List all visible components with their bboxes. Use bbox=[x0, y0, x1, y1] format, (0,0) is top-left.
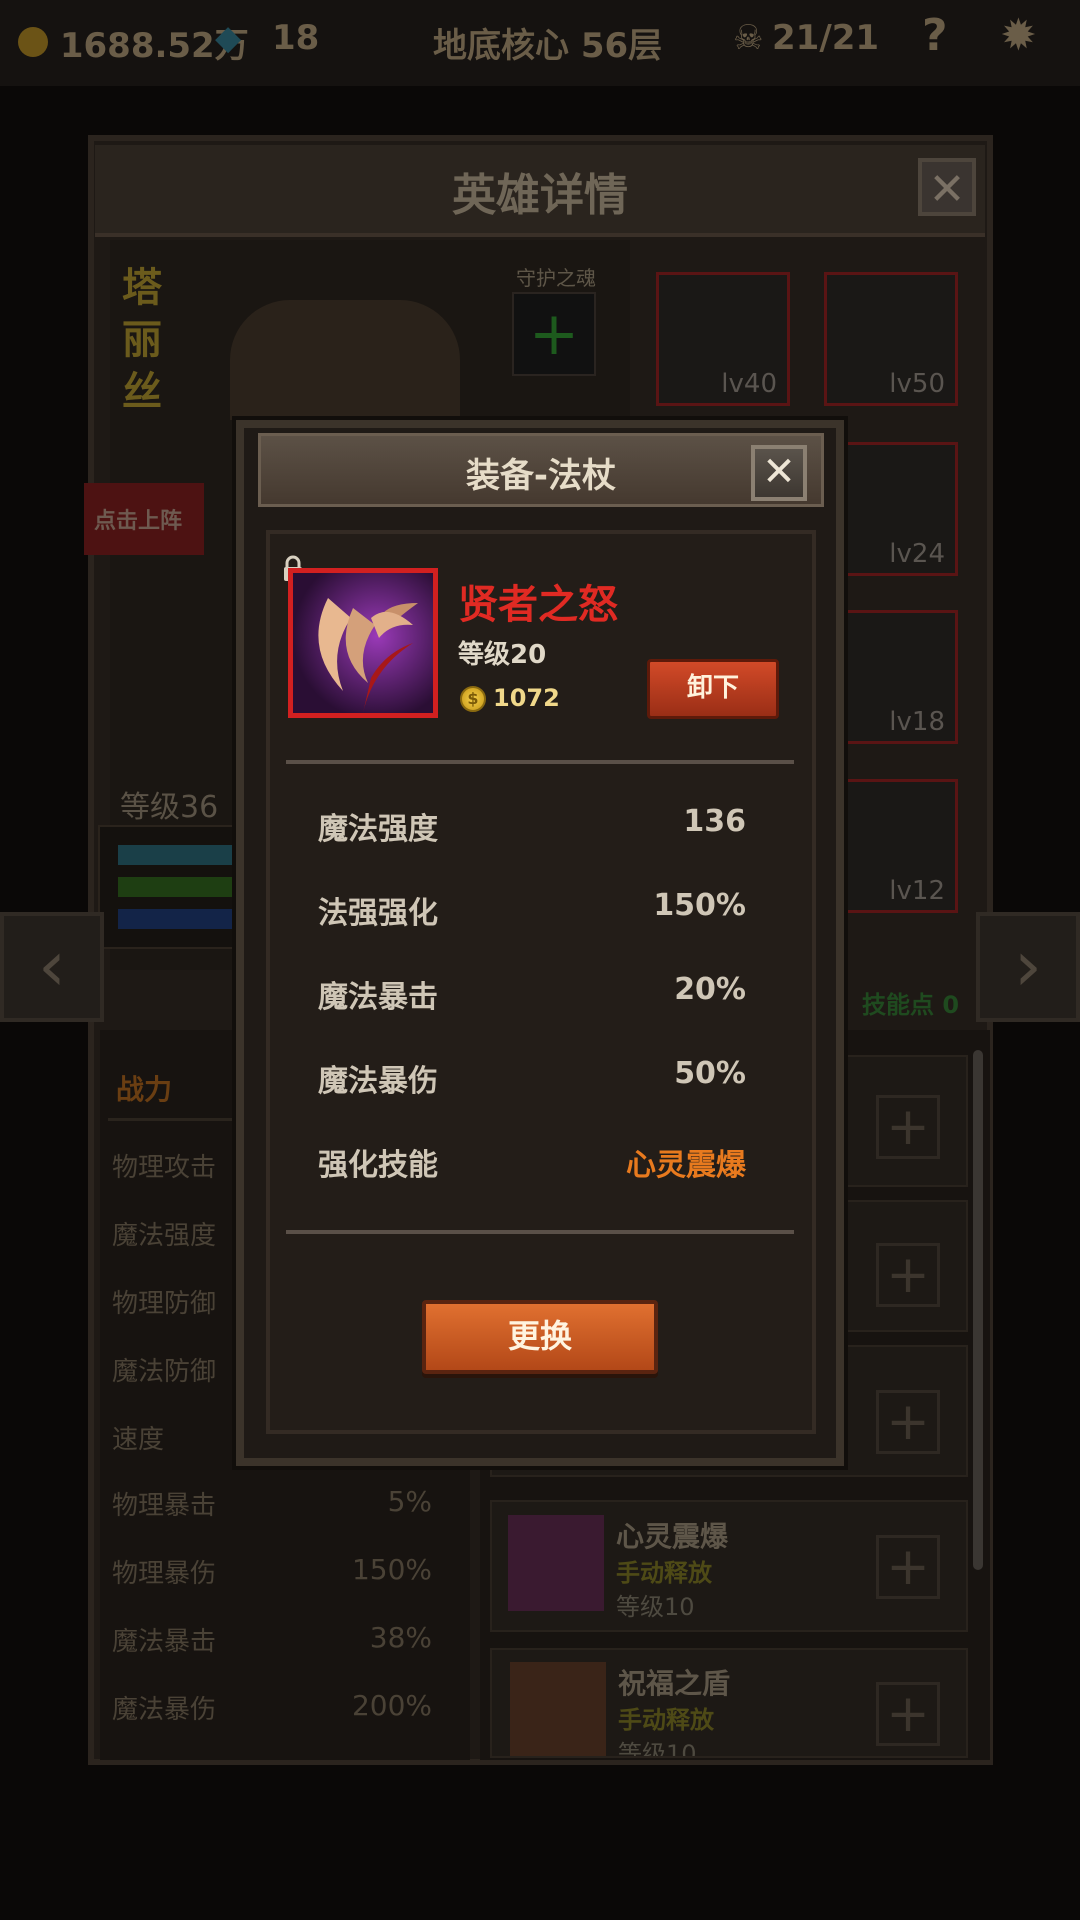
help-button[interactable]: ? bbox=[922, 10, 948, 61]
hero-portrait bbox=[230, 300, 460, 420]
gem-icon: ◆ bbox=[215, 18, 242, 58]
stat-value: 200% bbox=[351, 1689, 432, 1722]
prev-hero-button[interactable]: ‹ bbox=[0, 912, 104, 1022]
stat-row: 魔法暴击 38% bbox=[112, 1621, 432, 1658]
guard-soul-label: 守护之魂 bbox=[516, 266, 596, 290]
hero-name: 塔丽丝 bbox=[122, 265, 162, 415]
stat-name: 物理暴伤 bbox=[112, 1559, 217, 1589]
divider bbox=[286, 760, 794, 764]
exp-bar bbox=[118, 877, 248, 897]
top-bar: 1688.52万 ◆ 18 地底核心 56层 ☠ 21/21 ? ✹ bbox=[0, 0, 1080, 86]
stat-name: 物理攻击 bbox=[112, 1153, 217, 1183]
hero-panel-close-button[interactable]: ✕ bbox=[918, 158, 976, 216]
stat-value: 150% bbox=[351, 1553, 432, 1586]
close-button[interactable]: ✕ bbox=[751, 445, 807, 501]
stat-name: 魔法防御 bbox=[112, 1357, 217, 1387]
stat-name: 速度 bbox=[112, 1425, 165, 1455]
stat-row: 速度 bbox=[112, 1419, 164, 1456]
stat-name: 物理防御 bbox=[112, 1289, 217, 1319]
hero-panel-header: 英雄详情 bbox=[95, 145, 985, 237]
gear-icon[interactable]: ✹ bbox=[1000, 10, 1037, 61]
skill-upgrade-button[interactable]: + bbox=[876, 1243, 940, 1307]
stat-row: 魔法暴伤 200% bbox=[112, 1689, 432, 1726]
stat-label: 魔法强度 bbox=[318, 812, 438, 847]
divider bbox=[286, 1230, 794, 1234]
item-name: 贤者之怒 bbox=[458, 582, 618, 628]
equip-slot-level: lv50 bbox=[889, 369, 945, 399]
gem-amount: 18 bbox=[272, 18, 320, 58]
hero-level: 等级36 bbox=[120, 790, 219, 825]
skill-type: 手动释放 bbox=[616, 1559, 712, 1587]
dungeon-progress: 21/21 bbox=[772, 18, 880, 58]
stat-value: 5% bbox=[387, 1485, 432, 1518]
stat-row: 物理暴击 5% bbox=[112, 1485, 432, 1522]
stat-label: 法强强化 bbox=[318, 896, 438, 931]
claw-staff-icon bbox=[293, 573, 433, 713]
unequip-button[interactable]: 卸下 bbox=[647, 659, 779, 719]
stat-row: 物理暴伤 150% bbox=[112, 1553, 432, 1590]
deploy-banner-label: 点击上阵 bbox=[94, 509, 183, 534]
mana-bar bbox=[118, 909, 248, 929]
stat-label: 强化技能 bbox=[318, 1148, 438, 1183]
skill-upgrade-button[interactable]: + bbox=[876, 1682, 940, 1746]
next-hero-button[interactable]: › bbox=[976, 912, 1080, 1022]
equip-slot-level: lv40 bbox=[721, 369, 777, 399]
skill-name: 心灵震爆 bbox=[616, 1520, 729, 1553]
blessing-shield-skill-icon bbox=[510, 1662, 606, 1756]
skull-icon: ☠ bbox=[733, 18, 764, 58]
stat-row: 魔法强度 bbox=[112, 1215, 216, 1252]
hp-bar bbox=[118, 845, 248, 865]
skill-list-scrollbar[interactable] bbox=[973, 1050, 983, 1570]
stat-name: 魔法暴击 bbox=[112, 1627, 217, 1657]
guard-soul-add-button[interactable]: + bbox=[512, 292, 596, 376]
replace-button[interactable]: 更换 bbox=[422, 1300, 658, 1374]
hero-panel-title: 英雄详情 bbox=[452, 170, 628, 221]
equip-slot-shield[interactable]: lv12 bbox=[824, 779, 958, 913]
stat-value: 20% bbox=[674, 972, 746, 1007]
skill-level: 等级10 bbox=[616, 1593, 695, 1621]
stat-value: 136 bbox=[683, 804, 746, 839]
psychic-blast-skill-icon bbox=[508, 1515, 604, 1611]
equip-slot-helmet[interactable]: lv40 bbox=[656, 272, 790, 406]
item-gold-value: 1072 bbox=[493, 684, 560, 712]
stats-header: 战力 bbox=[116, 1073, 173, 1106]
skill-type: 手动释放 bbox=[618, 1706, 714, 1734]
location-label: 地底核心 56层 bbox=[433, 26, 663, 66]
skill-points: 技能点 0 bbox=[862, 991, 960, 1019]
skill-name: 祝福之盾 bbox=[618, 1667, 731, 1700]
deploy-banner[interactable]: 点击上阵 bbox=[84, 483, 204, 555]
stat-name: 魔法暴伤 bbox=[112, 1695, 217, 1725]
equip-slot-level: lv18 bbox=[889, 707, 945, 737]
stat-label: 魔法暴击 bbox=[318, 980, 438, 1015]
staff-item-icon bbox=[288, 568, 438, 718]
skill-upgrade-button[interactable]: + bbox=[876, 1535, 940, 1599]
equip-slot-amulet[interactable]: lv50 bbox=[824, 272, 958, 406]
enhanced-skill-value: 心灵震爆 bbox=[626, 1148, 746, 1183]
gold-coin-icon: $ bbox=[460, 686, 486, 712]
stat-name: 魔法强度 bbox=[112, 1221, 217, 1251]
stat-row: 物理防御 bbox=[112, 1283, 216, 1320]
stat-value: 50% bbox=[674, 1056, 746, 1091]
stat-name: 物理暴击 bbox=[112, 1491, 217, 1521]
stat-value: 38% bbox=[369, 1621, 432, 1654]
gold-coin-icon bbox=[18, 27, 48, 57]
item-level: 等级20 bbox=[458, 640, 547, 670]
equipment-modal-title: 装备-法杖 bbox=[465, 456, 617, 496]
equip-slot-armor[interactable]: lv24 bbox=[824, 442, 958, 576]
equip-slot-level: lv12 bbox=[889, 876, 945, 906]
stat-label: 魔法暴伤 bbox=[318, 1064, 438, 1099]
skill-level: 等级10 bbox=[618, 1740, 697, 1758]
equip-slot-ring[interactable]: lv18 bbox=[824, 610, 958, 744]
stat-row: 魔法防御 bbox=[112, 1351, 216, 1388]
stat-row: 物理攻击 bbox=[112, 1147, 216, 1184]
equip-slot-level: lv24 bbox=[889, 539, 945, 569]
stat-value: 150% bbox=[653, 888, 746, 923]
skill-upgrade-button[interactable]: + bbox=[876, 1390, 940, 1454]
skill-upgrade-button[interactable]: + bbox=[876, 1095, 940, 1159]
